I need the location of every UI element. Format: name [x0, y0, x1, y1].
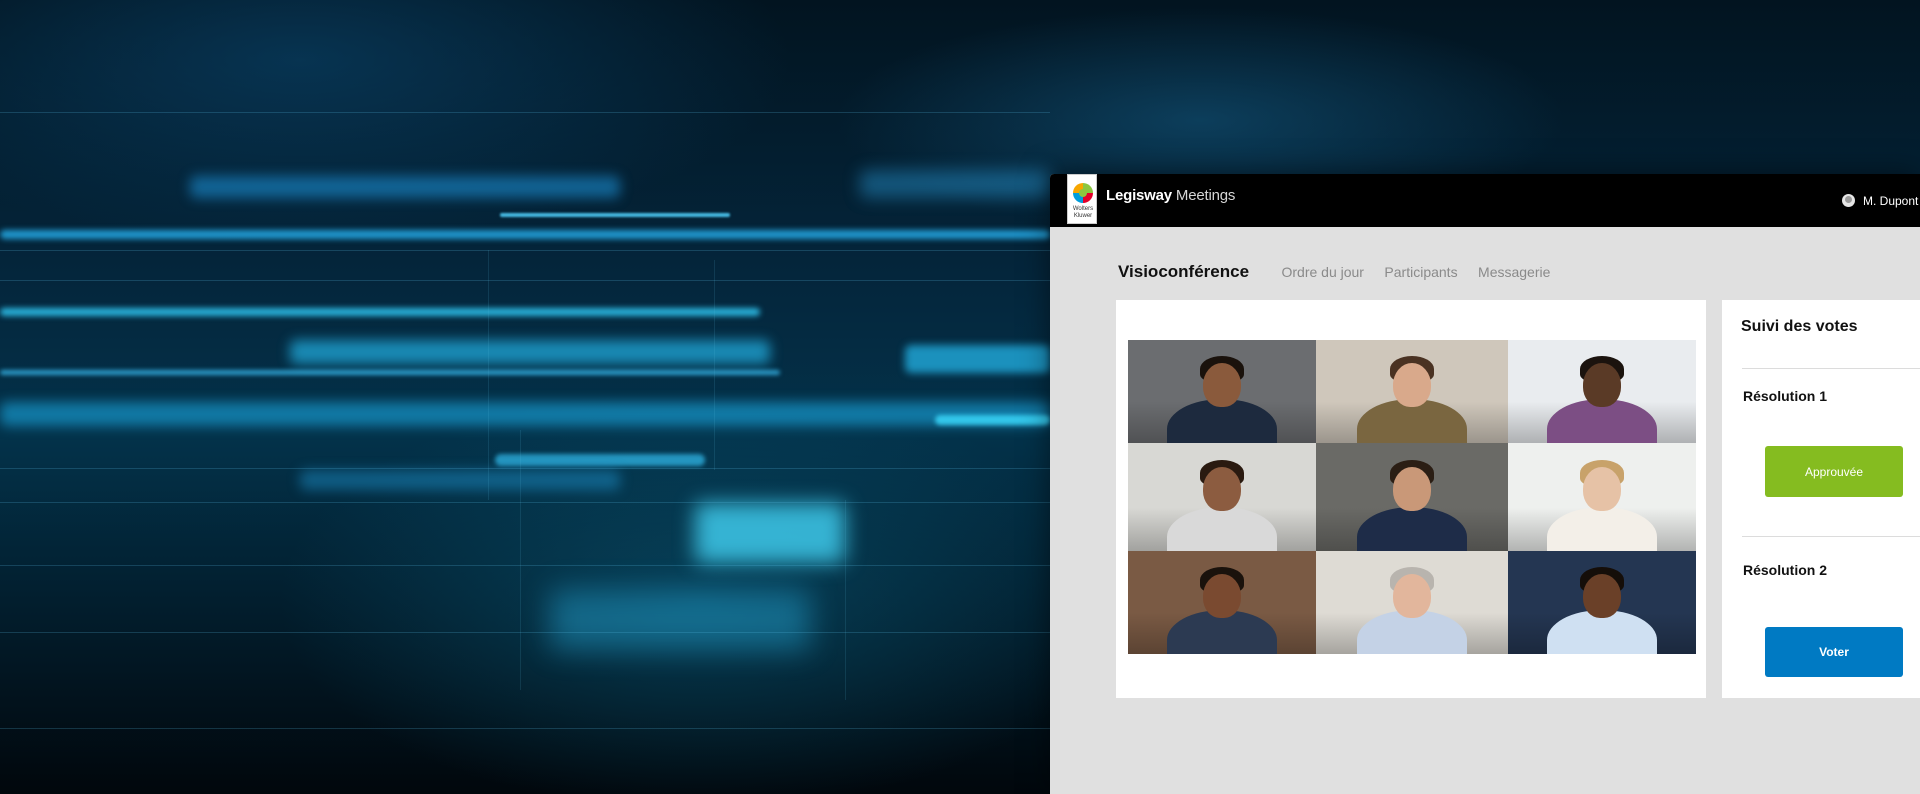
tab-agenda[interactable]: Ordre du jour	[1281, 264, 1363, 280]
tab-messaging[interactable]: Messagerie	[1478, 264, 1550, 280]
votes-title: Suivi des votes	[1741, 318, 1858, 335]
participant-head	[1583, 466, 1621, 511]
brand-product: Meetings	[1175, 187, 1236, 204]
main-tabs: Visioconférence Ordre du jour Participan…	[1118, 262, 1566, 292]
participant-video-tile[interactable]	[1508, 551, 1696, 654]
user-menu[interactable]: M. Dupont	[1842, 194, 1918, 208]
participant-body	[1167, 507, 1277, 551]
participant-body	[1547, 507, 1657, 551]
resolution-1-title: Résolution 1	[1743, 388, 1828, 404]
participant-video-grid	[1128, 340, 1696, 654]
video-conference-panel	[1116, 300, 1706, 698]
divider	[1742, 536, 1920, 537]
brand-name: Legisway	[1106, 187, 1172, 204]
participant-head	[1203, 466, 1241, 511]
participant-body	[1357, 507, 1467, 551]
participant-video-tile[interactable]	[1508, 443, 1696, 551]
resolution-2-vote-button[interactable]: Voter	[1765, 627, 1903, 677]
participant-head	[1583, 573, 1621, 618]
participant-video-tile[interactable]	[1128, 443, 1316, 551]
participant-video-tile[interactable]	[1316, 551, 1508, 654]
divider	[1742, 368, 1920, 369]
participant-head	[1203, 362, 1241, 407]
participant-head	[1393, 362, 1431, 407]
user-name: M. Dupont	[1863, 194, 1919, 208]
wolters-kluwer-logo[interactable]: Wolters Kluwer	[1067, 174, 1097, 224]
participant-video-tile[interactable]	[1316, 443, 1508, 551]
resolution-2-title: Résolution 2	[1743, 562, 1828, 578]
participant-video-tile[interactable]	[1128, 551, 1316, 654]
participant-head	[1583, 362, 1621, 407]
resolution-1-approved-button[interactable]: Approuvée	[1765, 446, 1903, 497]
participant-video-tile[interactable]	[1128, 340, 1316, 443]
user-avatar-icon	[1842, 194, 1855, 207]
top-bar: Wolters Kluwer Legisway Meetings M. Dupo…	[1050, 174, 1920, 227]
participant-head	[1393, 573, 1431, 618]
participant-head	[1393, 466, 1431, 511]
app-brand: Legisway Meetings	[1106, 187, 1235, 204]
tab-visioconference[interactable]: Visioconférence	[1118, 262, 1249, 282]
app-window: Wolters Kluwer Legisway Meetings M. Dupo…	[1050, 174, 1920, 794]
vote-tracking-panel: Suivi des votes Résolution 1 Approuvée R…	[1722, 300, 1920, 698]
tab-participants[interactable]: Participants	[1384, 264, 1457, 280]
participant-video-tile[interactable]	[1316, 340, 1508, 443]
participant-head	[1203, 573, 1241, 618]
logo-text: Wolters Kluwer	[1072, 206, 1094, 219]
participant-video-tile[interactable]	[1508, 340, 1696, 443]
logo-icon	[1073, 183, 1093, 203]
